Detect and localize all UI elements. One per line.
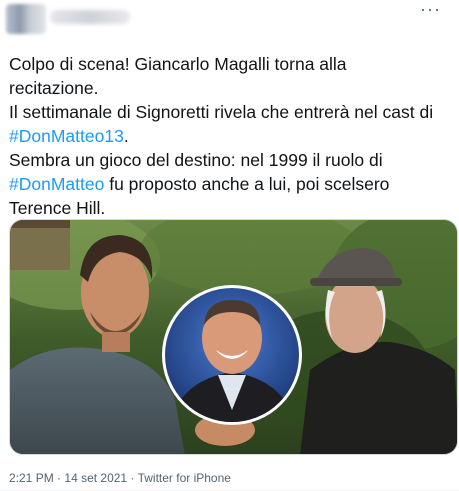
tweet-text-line: Il settimanale di Signoretti rivela che …: [9, 100, 454, 124]
tweet-text-segment: Colpo di scena! Giancarlo Magalli torna …: [9, 54, 347, 74]
tweet-text-segment: recitazione.: [9, 78, 99, 98]
tweet-text-line: Sembra un gioco del destino: nel 1999 il…: [9, 148, 454, 172]
tweet-text-segment: .: [123, 126, 129, 146]
tweet-text-line: #DonMatteo fu proposto anche a lui, poi …: [9, 172, 454, 196]
tweet-text-line: #DonMatteo13.: [9, 124, 454, 148]
tweet-header: ···: [0, 0, 459, 40]
tweet-text-segment: Il settimanale di Signoretti rivela che …: [9, 102, 434, 122]
meta-separator: ·: [130, 471, 135, 485]
tweet-meta: 2:21 PM · 14 set 2021 · Twitter for iPho…: [9, 471, 231, 485]
hashtag-link[interactable]: #DonMatteo: [9, 174, 104, 194]
author-name-redacted[interactable]: [50, 10, 130, 24]
tweet-date[interactable]: 14 set 2021: [64, 471, 127, 485]
tweet-text-segment: Terence Hill.: [9, 198, 106, 218]
meta-separator: ·: [57, 471, 62, 485]
tweet-text-line: Colpo di scena! Giancarlo Magalli torna …: [9, 52, 454, 76]
tweet-text-segment: Sembra un gioco del destino: nel 1999 il…: [9, 150, 383, 170]
tweet-text-segment: fu proposto anche a lui, poi scelsero: [104, 174, 390, 194]
photo-illustration: [10, 220, 457, 454]
hashtag-link[interactable]: #DonMatteo13: [9, 126, 124, 146]
tweet-text: Colpo di scena! Giancarlo Magalli torna …: [9, 52, 454, 220]
tweet-text-line: Terence Hill.: [9, 196, 454, 220]
more-options-icon[interactable]: ···: [420, 0, 441, 18]
tweet-text-line: recitazione.: [9, 76, 454, 100]
tweet-source[interactable]: Twitter for iPhone: [138, 471, 231, 485]
tweet-photo[interactable]: [9, 219, 458, 455]
tweet-time[interactable]: 2:21 PM: [9, 471, 54, 485]
avatar[interactable]: [6, 4, 46, 34]
